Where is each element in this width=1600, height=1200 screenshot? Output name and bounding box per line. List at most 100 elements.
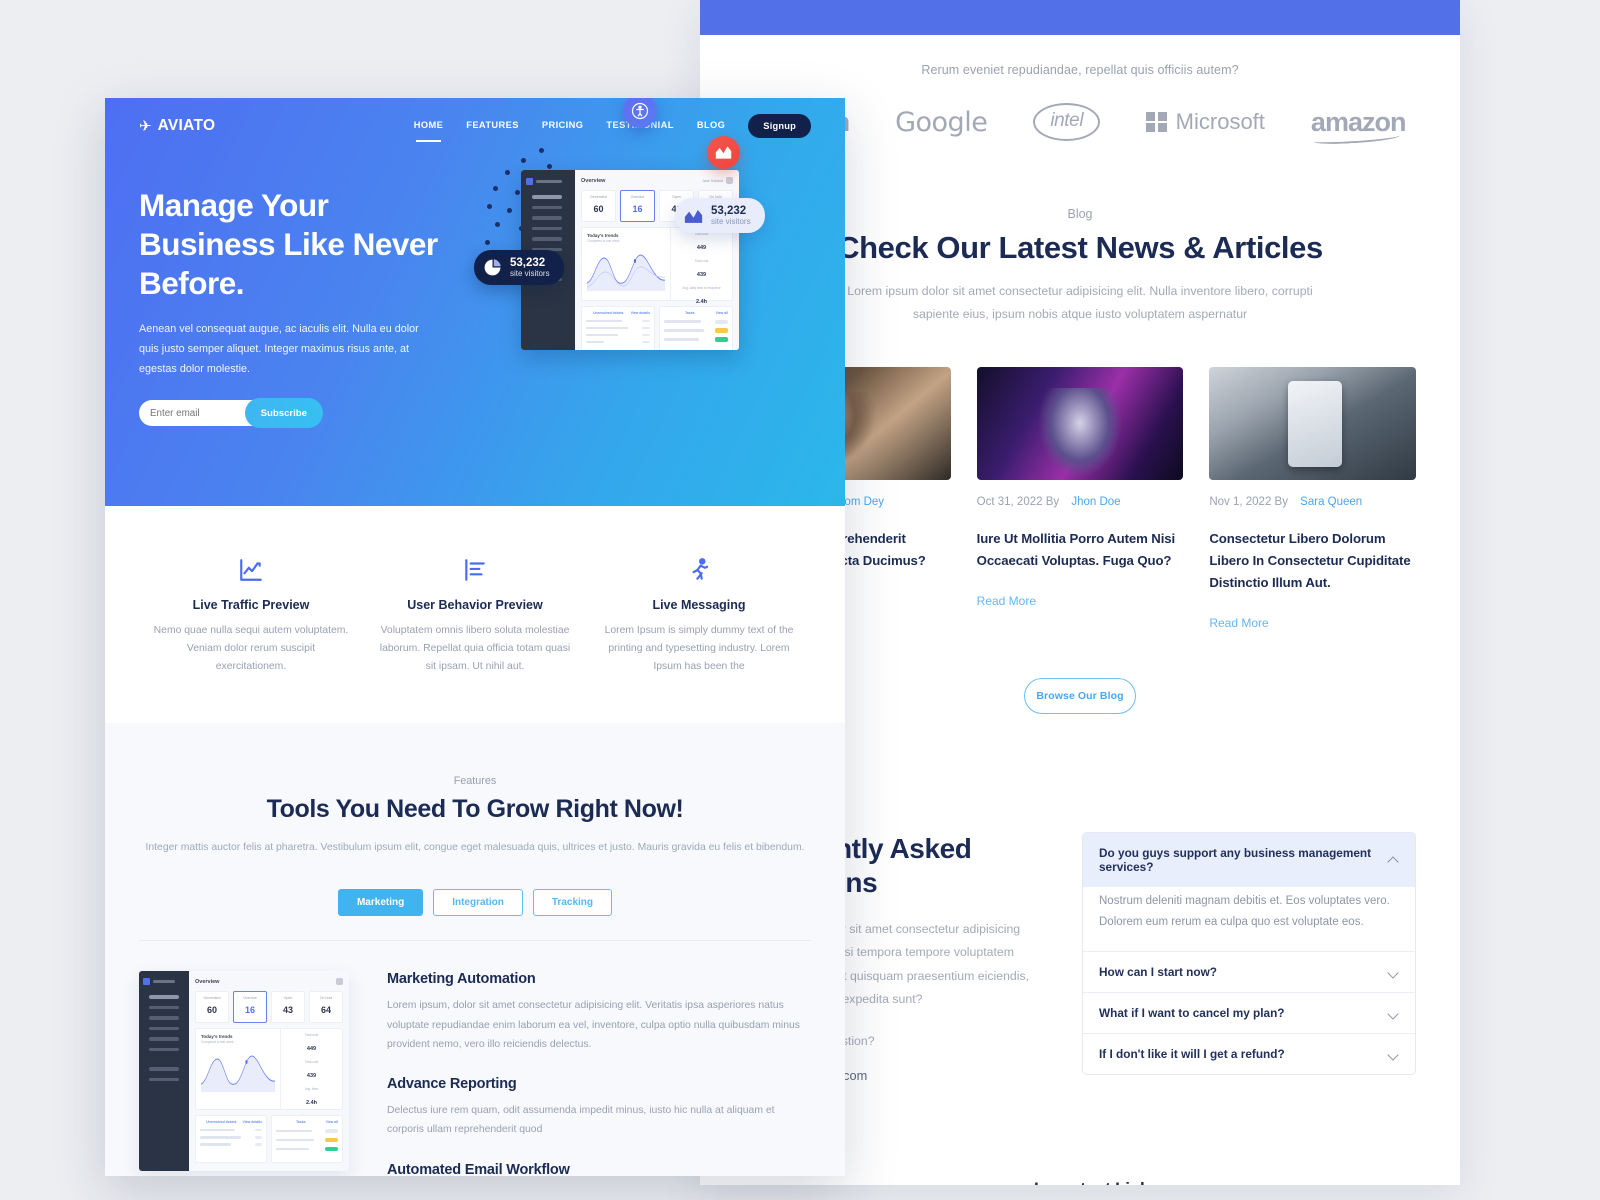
read-more-link[interactable]: Read More — [977, 594, 1036, 608]
faq-item[interactable]: How can I start now? — [1083, 952, 1415, 994]
avatar — [726, 177, 733, 184]
subscribe-button[interactable]: Subscribe — [244, 398, 323, 429]
chart-title: Today's trends — [587, 233, 619, 238]
faq-question: Do you guys support any business managem… — [1099, 845, 1372, 874]
blog-thumbnail-image — [976, 367, 1184, 481]
brand-logo-intel: intel — [1033, 103, 1101, 141]
kpi-card: Generated 60 — [581, 190, 616, 222]
feature-card-live-messaging: Live Messaging Lorem Ipsum is simply dum… — [587, 556, 811, 677]
tab-integration[interactable]: Integration — [433, 889, 523, 917]
blog-meta: Oct 31, 2022 By Jhon Doe — [977, 496, 1184, 508]
tools-title: Tools You Need To Grow Right Now! — [266, 794, 684, 823]
side-stat-value: 449 — [696, 245, 707, 251]
footer-links-title: Important Links — [1034, 1179, 1234, 1185]
hero-section: ✈ AVIATO HOME FEATURES PRICING TESTIMONI… — [105, 98, 845, 506]
side-stat-label: Total cost — [694, 259, 709, 263]
faq-question: What if I want to cancel my plan? — [1099, 1006, 1285, 1021]
blog-author[interactable]: Jhon Doe — [1071, 496, 1120, 508]
faq-item[interactable]: Do you guys support any business managem… — [1083, 832, 1415, 953]
browse-our-blog-button[interactable]: Browse Our Blog — [1024, 677, 1136, 714]
area-chart-icon — [684, 209, 703, 223]
tools-dashboard-screenshot: Overview Generated 60 Overdue 16 Open 43 On… — [139, 971, 349, 1172]
kpi-label: Overdue — [630, 195, 645, 199]
footer: Lorem ipsum dolor sit amet consectetur a… — [700, 1179, 1460, 1185]
bar-list-icon — [377, 556, 573, 584]
dashboard-title: Overview — [581, 177, 606, 184]
hero-headline: Manage Your Business Like Never Before. — [139, 187, 438, 302]
tools-block-title: Automated Email Workflow — [387, 1161, 570, 1176]
footer-about: Lorem ipsum dolor sit amet consectetur a… — [744, 1179, 994, 1185]
tab-marketing[interactable]: Marketing — [337, 889, 424, 917]
blog-author[interactable]: Tom Dey — [839, 496, 884, 508]
feature-text: Nemo quae nulla sequi autem voluptatem. … — [153, 625, 349, 673]
chip-value: 53,232 — [711, 205, 747, 217]
blog-subtitle: Lorem ipsum dolor sit amet consectetur a… — [847, 284, 1313, 321]
nav-link-home[interactable]: HOME — [414, 120, 444, 142]
faq-item[interactable]: What if I want to cancel my plan? — [1083, 993, 1415, 1035]
accessibility-badge-icon — [623, 98, 657, 128]
kpi-card: Overdue 16 — [620, 190, 655, 222]
feature-text: Lorem Ipsum is simply dummy text of the … — [604, 625, 794, 673]
microsoft-squares-icon — [1146, 111, 1167, 133]
feature-card-user-behavior-preview: User Behavior Preview Voluptatem omnis l… — [363, 556, 587, 677]
faq-answer: Nostrum deleniti magnam debitis et. Eos … — [1099, 894, 1390, 929]
tasks-card: Tasks View all — [659, 306, 733, 350]
blog-author[interactable]: Sara Queen — [1300, 496, 1362, 508]
brand-logo-microsoft: Microsoft — [1146, 109, 1265, 135]
tools-block-title: Marketing Automation — [387, 971, 536, 988]
side-stat-value: 439 — [696, 272, 707, 278]
logo[interactable]: ✈ AVIATO — [139, 117, 215, 135]
blog-thumbnail-image — [1209, 367, 1416, 481]
tab-tracking[interactable]: Tracking — [532, 889, 613, 917]
blog-meta: Nov 1, 2022 By Sara Queen — [1209, 496, 1416, 508]
dashboard-user: Jane Holland — [702, 178, 723, 183]
tools-eyebrow: Features — [453, 774, 497, 787]
tools-subtitle: Integer mattis auctor felis at pharetra.… — [145, 841, 805, 853]
list-title: Tasks — [685, 311, 695, 315]
chevron-down-icon[interactable] — [1388, 1008, 1399, 1019]
line-chart-icon — [153, 556, 349, 584]
hero-paragraph: Aenean vel consequat augue, ac iaculis e… — [139, 323, 419, 376]
hero-copy: Manage Your Business Like Never Before. … — [139, 186, 439, 429]
features-row: Live Traffic Preview Nemo quae nulla seq… — [105, 506, 845, 677]
hero-artwork: Overview Jane Holland Generated 60 Overd… — [474, 98, 815, 350]
subscribe-form: Subscribe — [139, 398, 323, 429]
tools-block-text: Delectus iure rem quam, odit assumenda i… — [387, 1105, 775, 1136]
faq-item-header[interactable]: How can I start now? — [1083, 952, 1415, 992]
faq-item-header[interactable]: What if I want to cancel my plan? — [1083, 993, 1415, 1033]
brands-tagline: Rerum eveniet repudiandae, repellat quis… — [921, 63, 1239, 77]
faq-question: How can I start now? — [1099, 965, 1217, 980]
tools-text-blocks: Marketing Automation Lorem ipsum, dolor … — [387, 971, 811, 1176]
blog-post-title[interactable]: Consectetur Libero Dolorum Libero In Con… — [1209, 528, 1416, 593]
dashboard-chart: Today's trends Compared to last week Tot… — [581, 227, 733, 332]
tools-block-text: Lorem ipsum, dolor sit amet consectetur … — [387, 1000, 800, 1050]
blog-post-title[interactable]: Iure Ut Mollitia Porro Autem Nisi Occaec… — [977, 528, 1184, 572]
feature-title: Live Messaging — [652, 598, 746, 612]
faq-item-header[interactable]: Do you guys support any business managem… — [1083, 832, 1415, 887]
marketing-site-page-1: ✈ AVIATO HOME FEATURES PRICING TESTIMONI… — [105, 98, 845, 1176]
area-chart-icon — [586, 254, 666, 291]
blog-card[interactable]: Oct 31, 2022 By Jhon Doe Iure Ut Molliti… — [976, 367, 1184, 631]
logo-text: AVIATO — [157, 117, 216, 134]
chart-side-stats: Total sold 449 Total cost 439 Avg. daily t… — [670, 228, 732, 332]
chevron-down-icon[interactable] — [1388, 967, 1399, 978]
blog-date: Nov 1, 2022 By — [1209, 496, 1288, 509]
faq-item[interactable]: If I don't like it will I get a refund? — [1083, 1034, 1415, 1074]
blog-card[interactable]: Nov 1, 2022 By Sara Queen Consectetur Li… — [1209, 367, 1416, 631]
top-blue-bar — [700, 0, 1460, 35]
faq-item-header[interactable]: If I don't like it will I get a refund? — [1083, 1034, 1415, 1074]
read-more-link[interactable]: Read More — [1209, 616, 1268, 630]
blog-date: Oct 31, 2022 By — [976, 496, 1060, 509]
chip-label: site visitors — [711, 217, 751, 227]
feature-title: Live Traffic Preview — [192, 598, 310, 612]
kpi-value: 16 — [632, 204, 643, 214]
chevron-up-icon[interactable] — [1388, 854, 1399, 865]
email-input[interactable] — [150, 407, 236, 419]
pie-chart-icon — [484, 259, 501, 276]
kpi-value: 60 — [593, 204, 604, 214]
dashboard-lists: Unresolved tickets View details Tasks View… — [581, 306, 733, 350]
side-stat-value: 2.4h — [695, 299, 707, 305]
site-visitors-chip-light: 53,232 site visitors — [675, 198, 765, 234]
kpi-label: Generated — [590, 195, 607, 199]
chevron-down-icon[interactable] — [1388, 1049, 1399, 1060]
